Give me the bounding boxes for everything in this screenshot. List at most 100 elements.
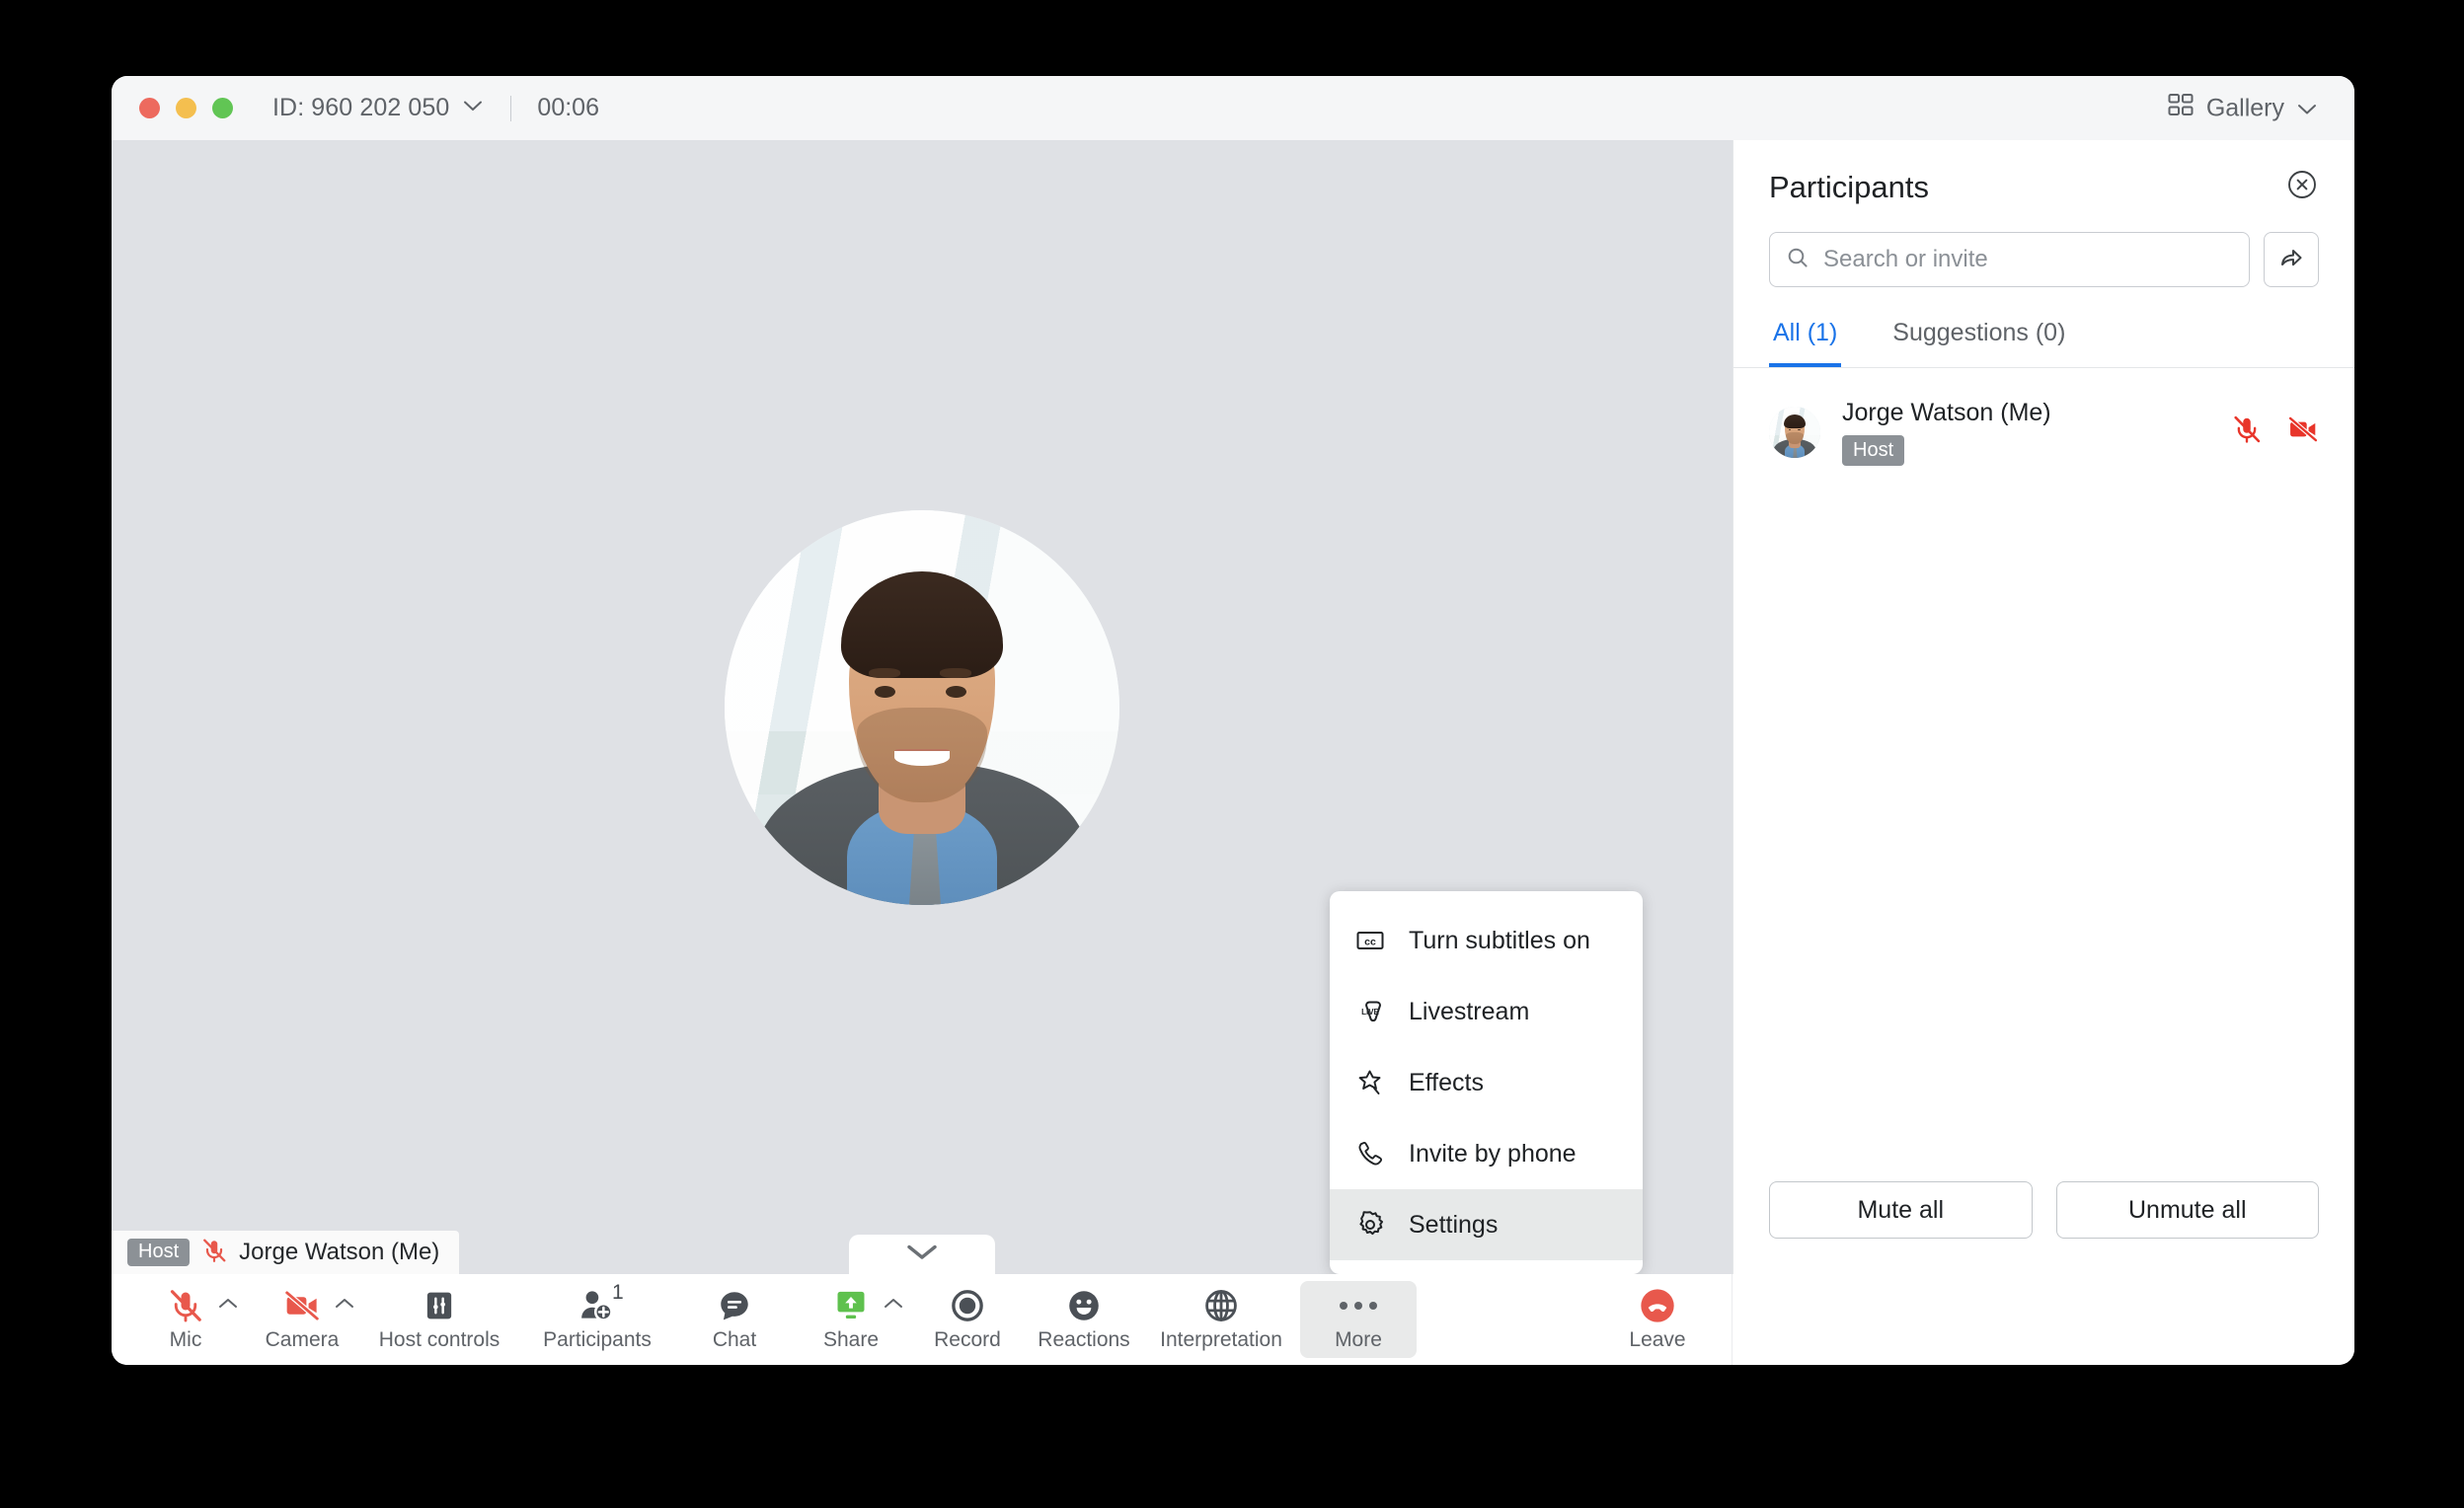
mic-chevron-up-icon[interactable] xyxy=(218,1297,238,1315)
toolbar-collapse-tab[interactable] xyxy=(849,1235,995,1274)
title-divider xyxy=(510,95,512,121)
more-options-menu[interactable]: cc Turn subtitles on LIVE Livestream Eff… xyxy=(1330,891,1643,1274)
participants-panel: Participants Search or invite All (1) Su… xyxy=(1732,140,2354,1274)
add-person-icon: 1 xyxy=(578,1281,624,1324)
search-input-wrapper[interactable] xyxy=(1769,232,2250,287)
title-bar: ID: 960 202 050 00:06 Gallery xyxy=(112,76,2354,140)
zoom-window-button[interactable] xyxy=(212,98,233,118)
menu-item-settings[interactable]: Settings xyxy=(1330,1189,1643,1260)
toolbar-button-camera[interactable]: Camera xyxy=(244,1281,360,1358)
window-body: Host Jorge Watson (Me) cc Turn subtitles… xyxy=(112,140,2354,1274)
toolbar-label: Camera xyxy=(265,1328,340,1351)
mute-all-button[interactable]: Mute all xyxy=(1769,1181,2033,1239)
portrait-photo xyxy=(725,509,1119,905)
app-window: ID: 960 202 050 00:06 Gallery Host Jorge… xyxy=(112,76,2354,1365)
toolbar-button-chat[interactable]: Chat xyxy=(676,1281,793,1358)
meeting-toolbar: Mic Camera Host controls 1 Participants … xyxy=(112,1274,2354,1365)
camera-chevron-up-icon[interactable] xyxy=(335,1297,354,1315)
toolbar-button-interpretation[interactable]: Interpretation xyxy=(1142,1281,1300,1358)
menu-label: Turn subtitles on xyxy=(1409,926,1590,954)
avatar xyxy=(1769,406,1820,458)
unmute-all-button[interactable]: Unmute all xyxy=(2055,1181,2319,1239)
svg-text:LIVE: LIVE xyxy=(1361,1008,1379,1017)
participants-panel-header: Participants xyxy=(1733,140,2354,206)
meeting-timer: 00:06 xyxy=(537,94,599,121)
phone-icon xyxy=(1353,1137,1387,1170)
invite-share-button[interactable] xyxy=(2264,232,2319,287)
menu-item-livestream[interactable]: LIVE Livestream xyxy=(1330,976,1643,1047)
toolbar-label: Mic xyxy=(169,1328,202,1351)
record-icon xyxy=(950,1287,985,1324)
menu-label: Settings xyxy=(1409,1210,1499,1239)
badge-name-label: Jorge Watson (Me) xyxy=(239,1239,440,1265)
participant-name: Jorge Watson (Me) xyxy=(1842,399,2051,426)
list-item[interactable]: Jorge Watson (Me) Host xyxy=(1733,390,2354,474)
participants-count-badge: 1 xyxy=(612,1281,624,1304)
close-circle-icon[interactable] xyxy=(2285,168,2319,206)
gallery-view-button[interactable]: Gallery xyxy=(2160,86,2325,130)
self-view-avatar xyxy=(725,509,1119,905)
video-stage[interactable]: Host Jorge Watson (Me) cc Turn subtitles… xyxy=(112,140,1732,1274)
toolbar-controls: Mic Camera Host controls 1 Participants … xyxy=(112,1274,1732,1365)
toolbar-label: More xyxy=(1335,1328,1382,1351)
participants-tabs: All (1) Suggestions (0) xyxy=(1733,313,2354,368)
toolbar-label: Record xyxy=(934,1328,1001,1351)
tab-all[interactable]: All (1) xyxy=(1769,313,1842,367)
search-icon xyxy=(1786,246,1810,274)
toolbar-button-participants[interactable]: 1 Participants xyxy=(518,1281,676,1358)
smiley-icon xyxy=(1066,1287,1102,1324)
toolbar-label: Interpretation xyxy=(1160,1328,1282,1351)
menu-item-invite-by-phone[interactable]: Invite by phone xyxy=(1330,1118,1643,1189)
share-chevron-up-icon[interactable] xyxy=(884,1297,903,1315)
chat-bubble-icon xyxy=(718,1287,751,1324)
toolbar-button-mic[interactable]: Mic xyxy=(127,1281,244,1358)
toolbar-button-reactions[interactable]: Reactions xyxy=(1026,1281,1142,1358)
participant-role-badge: Host xyxy=(1842,435,1905,466)
toolbar-button-leave[interactable]: Leave xyxy=(1599,1281,1716,1358)
meeting-id-label[interactable]: ID: 960 202 050 xyxy=(272,94,449,122)
minimize-window-button[interactable] xyxy=(176,98,196,118)
self-name-badge: Host Jorge Watson (Me) xyxy=(112,1231,460,1274)
menu-item-turn-subtitles-on[interactable]: cc Turn subtitles on xyxy=(1330,905,1643,976)
chevron-down-icon xyxy=(905,1243,939,1267)
gallery-label: Gallery xyxy=(2205,94,2284,121)
toolbar-label: Host controls xyxy=(378,1328,500,1351)
gallery-grid-icon xyxy=(2168,92,2194,124)
globe-icon xyxy=(1203,1287,1239,1324)
close-window-button[interactable] xyxy=(139,98,160,118)
livestream-icon: LIVE xyxy=(1353,995,1387,1028)
badge-mic-off-icon xyxy=(201,1238,227,1268)
camera-off-icon xyxy=(283,1287,321,1324)
meeting-id-chevron-down-icon[interactable] xyxy=(463,100,483,117)
gear-icon xyxy=(1353,1208,1387,1242)
search-input[interactable] xyxy=(1823,246,2233,273)
traffic-lights xyxy=(139,98,233,118)
toolbar-button-more[interactable]: More xyxy=(1300,1281,1417,1358)
tab-suggestions[interactable]: Suggestions (0) xyxy=(1888,313,2069,367)
participants-list: Jorge Watson (Me) Host xyxy=(1733,368,2354,1181)
svg-text:cc: cc xyxy=(1364,936,1376,947)
toolbar-label: Reactions xyxy=(1038,1328,1130,1351)
toolbar-button-record[interactable]: Record xyxy=(909,1281,1026,1358)
sliders-icon xyxy=(423,1287,456,1324)
toolbar-button-share[interactable]: Share xyxy=(793,1281,909,1358)
menu-label: Invite by phone xyxy=(1409,1139,1577,1168)
toolbar-label: Participants xyxy=(543,1328,652,1351)
share-arrow-icon xyxy=(2277,244,2305,276)
end-call-icon xyxy=(1638,1287,1677,1324)
ellipsis-icon xyxy=(1337,1287,1380,1324)
mic-off-icon[interactable] xyxy=(2232,415,2262,449)
menu-label: Livestream xyxy=(1409,997,1530,1025)
participant-status-icons xyxy=(2232,414,2319,450)
share-screen-icon xyxy=(833,1287,869,1324)
menu-item-effects[interactable]: Effects xyxy=(1330,1047,1643,1118)
camera-off-icon[interactable] xyxy=(2287,414,2319,450)
participants-panel-footer: Mute all Unmute all xyxy=(1733,1181,2354,1274)
toolbar-label: Leave xyxy=(1629,1328,1686,1351)
host-chip: Host xyxy=(127,1239,191,1266)
panel-title: Participants xyxy=(1769,169,1929,204)
effects-sparkle-icon xyxy=(1353,1066,1387,1099)
toolbar-label: Chat xyxy=(712,1328,757,1351)
menu-label: Effects xyxy=(1409,1068,1484,1096)
toolbar-button-host-controls[interactable]: Host controls xyxy=(360,1281,518,1358)
